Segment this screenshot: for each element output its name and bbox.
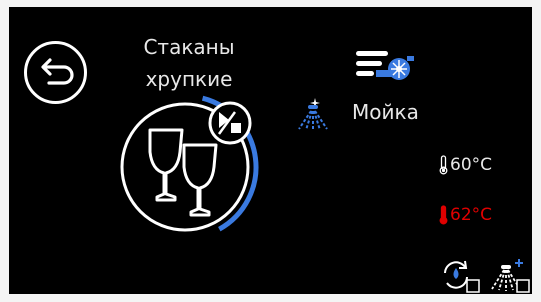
phase-label: Мойка xyxy=(352,100,419,124)
actual-temperature-value: 62°C xyxy=(450,205,493,225)
rinse-cycle-icon xyxy=(444,260,480,293)
spray-plus-button[interactable] xyxy=(487,257,531,293)
thermometer-icon xyxy=(439,155,448,175)
thermometer-hot-icon xyxy=(439,205,448,225)
spray-icon xyxy=(291,93,331,133)
target-temperature-value: 60°C xyxy=(450,155,493,175)
display-screen: Стаканы хрупкие Мойка 60°C 62°C xyxy=(9,7,532,294)
rinse-cycle-button[interactable] xyxy=(437,257,481,293)
pump-icon xyxy=(352,47,422,85)
program-title-line1: Стаканы xyxy=(143,35,235,59)
back-arrow-icon xyxy=(24,41,87,104)
program-dial[interactable] xyxy=(109,87,279,237)
play-stop-button[interactable] xyxy=(207,100,253,146)
back-button[interactable] xyxy=(23,40,88,105)
spray-plus-icon xyxy=(491,259,530,293)
play-stop-icon xyxy=(208,101,252,145)
